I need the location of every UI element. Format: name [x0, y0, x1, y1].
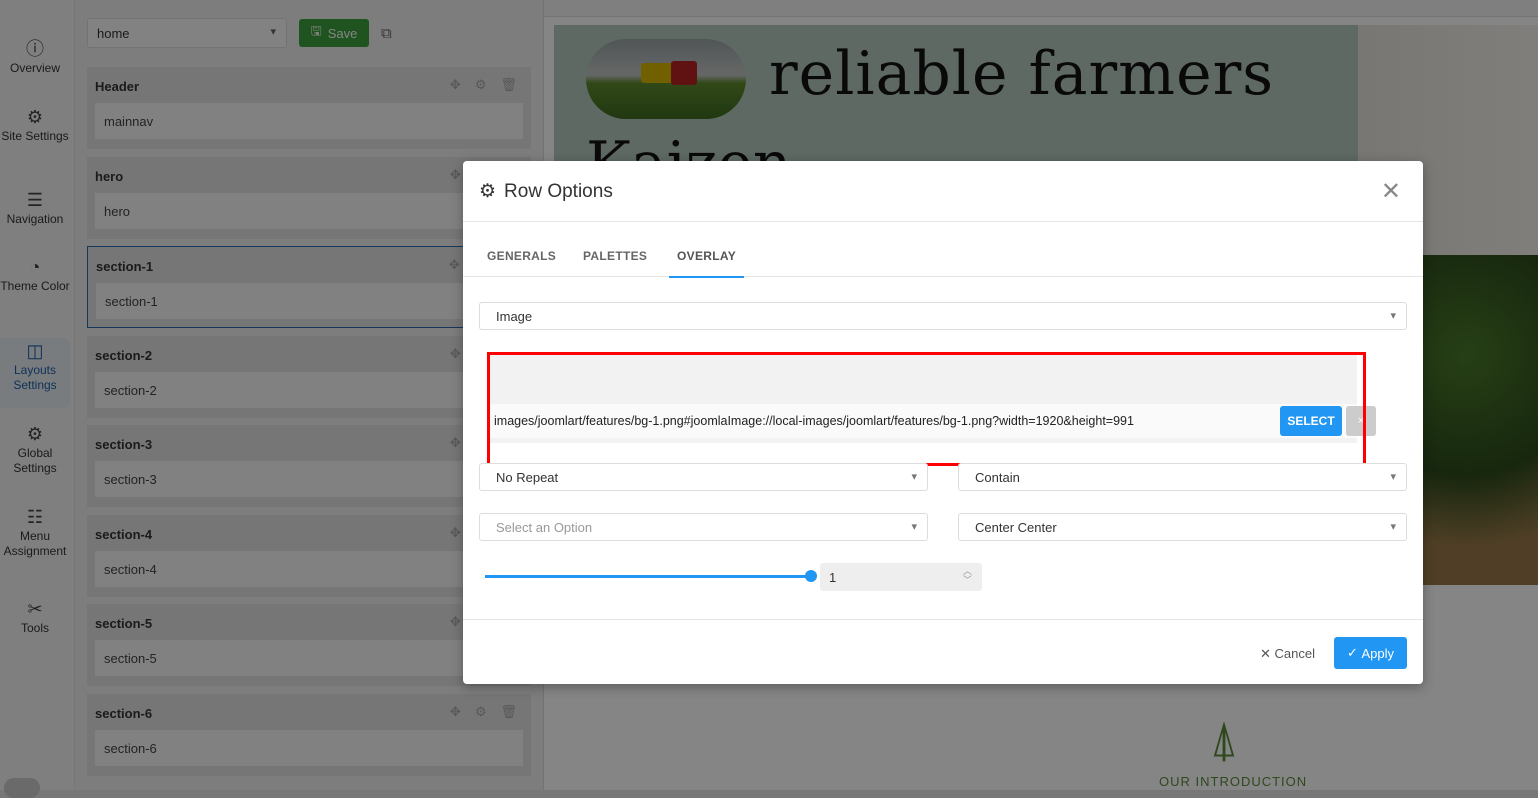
tractor-image — [586, 39, 746, 119]
layout-select[interactable]: home — [87, 18, 287, 48]
row-column[interactable]: section-1 — [96, 283, 522, 319]
move-icon[interactable]: ✥ — [450, 77, 461, 93]
move-icon[interactable]: ✥ — [449, 257, 460, 273]
move-icon[interactable]: ✥ — [450, 704, 461, 720]
opacity-slider-handle[interactable] — [805, 570, 817, 582]
gear-icon: ⚙ — [479, 181, 497, 202]
row-title: section-2 — [95, 347, 153, 363]
intro-label: OUR INTRODUCTION — [1159, 774, 1308, 789]
move-icon[interactable]: ✥ — [450, 435, 461, 451]
check-icon: ✓ — [1346, 645, 1362, 660]
row-title: section-1 — [96, 259, 154, 274]
checklist-icon: ☷ — [26, 507, 44, 527]
row-title: section-6 — [95, 705, 153, 721]
rail-layouts-settings[interactable]: ◫ Layouts Settings — [0, 338, 70, 408]
row-column[interactable]: section-4 — [95, 550, 523, 587]
apply-button[interactable]: ✓ Apply — [1334, 637, 1407, 669]
image-path-input[interactable]: images/joomlart/features/bg-1.png#joomla… — [494, 414, 1134, 428]
rail-global-settings[interactable]: ⚙ Global Settings — [0, 424, 70, 476]
gear-icon: ⚙ — [26, 107, 44, 127]
repeat-select[interactable]: No Repeat — [479, 463, 928, 491]
close-icon: ✕ — [1260, 646, 1271, 661]
row-column[interactable]: hero — [95, 192, 523, 229]
row-column[interactable]: section-6 — [95, 729, 523, 766]
rail-tools[interactable]: ✂ Tools — [0, 599, 70, 636]
layout-row[interactable]: Header ✥ ⚙ 🗑 mainnav — [87, 67, 531, 149]
move-icon[interactable]: ✥ — [450, 346, 461, 362]
windmill-icon: ⍋ — [1209, 711, 1239, 767]
row-column[interactable]: section-3 — [95, 461, 523, 497]
image-path-row: images/joomlart/features/bg-1.png#joomla… — [487, 404, 1376, 438]
row-column[interactable]: mainnav — [95, 103, 523, 139]
clear-image-button[interactable]: × — [1346, 406, 1376, 436]
layout-icon: ◫ — [26, 341, 44, 361]
modal-title: Row Options — [504, 180, 613, 202]
preview-toolbar — [544, 0, 1538, 17]
row-options-modal: ⚙ Row Options ✕ GENERALS PALETTES OVERLAY… — [463, 161, 1423, 684]
opacity-slider[interactable] — [485, 575, 810, 578]
tab-generals[interactable]: GENERALS — [487, 249, 556, 276]
size-select[interactable]: Contain — [958, 463, 1407, 491]
cancel-button[interactable]: ✕ Cancel — [1260, 646, 1315, 662]
gear-icon[interactable]: ⚙ — [475, 704, 487, 720]
gear-icon[interactable]: ⚙ — [475, 77, 487, 93]
hero-title: reliable farmers — [769, 39, 1275, 109]
select-image-button[interactable]: SELECT — [1280, 406, 1342, 436]
row-column[interactable]: section-5 — [95, 640, 523, 676]
gears-icon: ⚙ — [26, 424, 44, 444]
save-icon: 🖫 — [310, 23, 322, 38]
position-select[interactable]: Center Center — [958, 513, 1407, 541]
rail-theme-color[interactable]: ◔ Theme Color — [0, 257, 70, 294]
trash-icon[interactable]: 🗑 — [500, 704, 517, 720]
save-button[interactable]: 🖫 Save — [299, 19, 369, 47]
tab-palettes[interactable]: PALETTES — [583, 249, 647, 276]
copy-icon[interactable]: ⧉ — [381, 25, 392, 42]
vegetables-image — [1418, 255, 1538, 585]
row-title: section-4 — [95, 526, 153, 542]
info-icon: ⓘ — [26, 39, 44, 59]
palette-icon: ◔ — [29, 257, 41, 277]
theme-toggle[interactable] — [4, 778, 40, 798]
modal-tabs: GENERALS PALETTES OVERLAY — [463, 222, 1423, 278]
rail-overview[interactable]: ⓘ Overview — [0, 39, 70, 76]
menu-icon: ☰ — [26, 190, 44, 210]
overlay-type-select[interactable]: Image — [479, 302, 1407, 330]
trash-icon[interactable]: 🗑 — [500, 77, 517, 93]
row-title: Header — [95, 79, 140, 94]
row-title: section-3 — [95, 437, 153, 452]
move-icon[interactable]: ✥ — [450, 167, 461, 183]
row-title: hero — [95, 168, 124, 184]
move-icon[interactable]: ✥ — [450, 525, 461, 541]
row-title: section-5 — [95, 616, 153, 631]
rail-site-settings[interactable]: ⚙ Site Settings — [0, 107, 70, 144]
rail-menu-assignment[interactable]: ☷ Menu Assignment — [0, 507, 70, 559]
layout-row[interactable]: section-6 ✥ ⚙ 🗑 section-6 — [87, 693, 531, 776]
opacity-input[interactable]: 1 ︿ ﹀ — [820, 563, 982, 591]
tab-overlay[interactable]: OVERLAY — [669, 249, 745, 278]
stepper-icon[interactable]: ︿ ﹀ — [963, 567, 972, 585]
close-icon[interactable]: ✕ — [1381, 177, 1401, 206]
row-column[interactable]: section-2 — [95, 371, 523, 408]
attachment-select[interactable]: Select an Option — [479, 513, 928, 541]
tools-icon: ✂ — [27, 599, 43, 619]
left-rail: ⓘ Overview ⚙ Site Settings ☰ Navigation ◔ Th… — [0, 0, 75, 798]
move-icon[interactable]: ✥ — [450, 614, 461, 630]
rail-navigation[interactable]: ☰ Navigation — [0, 190, 70, 227]
